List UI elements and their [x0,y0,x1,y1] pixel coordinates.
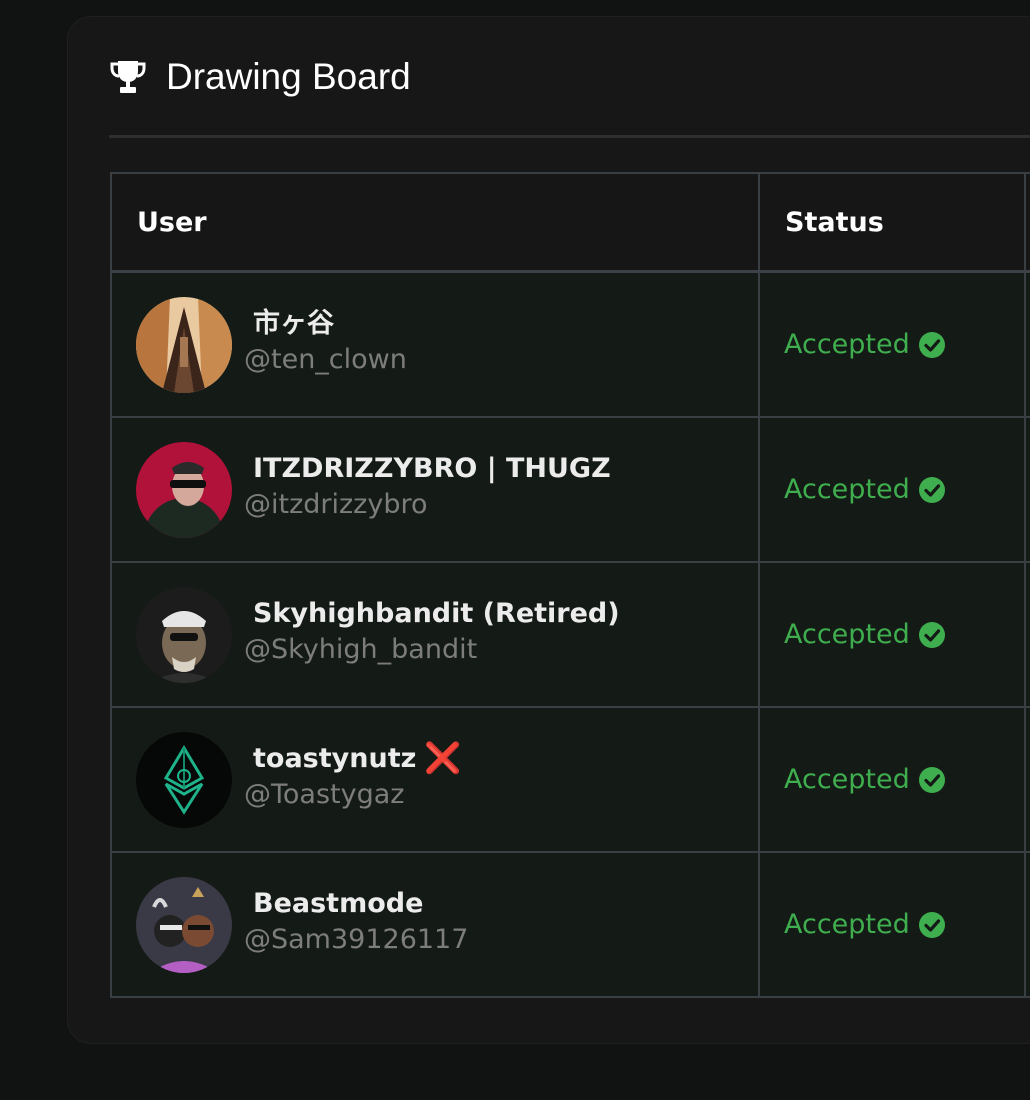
extra-cell [1024,270,1030,418]
user-cell: Skyhighbandit (Retired) @Skyhigh_bandit [110,561,760,708]
header-divider [109,135,1030,138]
card-header: Drawing Board [108,53,411,101]
user-handle[interactable]: @Toastygaz [244,776,462,814]
user-handle[interactable]: @Sam39126117 [244,921,468,959]
status-badge: Accepted [784,329,910,360]
users-table: User Status 市ヶ谷 @ten_clown Accepted ITZD… [110,172,1030,998]
cross-mark-icon: ❌ [424,740,462,776]
column-header-user[interactable]: User [110,172,760,273]
extra-cell [1024,416,1030,563]
avatar[interactable] [136,876,232,973]
status-cell: Accepted [758,270,1026,418]
drawing-board-card: Drawing Board User Status 市ヶ谷 @ten_clown… [67,16,1030,1044]
users-table-wrap: User Status 市ヶ谷 @ten_clown Accepted ITZD… [110,172,1030,1003]
check-circle-icon [918,766,946,794]
trophy-icon [108,57,148,97]
status-badge: Accepted [784,474,910,505]
check-circle-icon [918,911,946,939]
status-badge: Accepted [784,619,910,650]
avatar[interactable] [136,441,232,538]
user-handle[interactable]: @ten_clown [244,341,407,379]
avatar[interactable] [136,586,232,683]
table-header-row: User Status [110,172,1030,273]
column-header-extra [1024,172,1030,273]
user-display-name: ITZDRIZZYBRO | THUGZ [253,452,611,484]
status-cell: Accepted [758,851,1026,998]
user-cell: ITZDRIZZYBRO | THUGZ @itzdrizzybro [110,416,760,563]
table-row[interactable]: Beastmode @Sam39126117 Accepted [110,851,1030,998]
user-display-name: 市ヶ谷 [253,307,334,339]
status-cell: Accepted [758,706,1026,853]
extra-cell [1024,561,1030,708]
status-cell: Accepted [758,416,1026,563]
user-display-name: Skyhighbandit (Retired) [253,597,620,629]
status-badge: Accepted [784,909,910,940]
column-header-status[interactable]: Status [758,172,1026,273]
check-circle-icon [918,331,946,359]
table-row[interactable]: 市ヶ谷 @ten_clown Accepted [110,270,1030,418]
avatar[interactable] [136,296,232,393]
table-row[interactable]: Skyhighbandit (Retired) @Skyhigh_bandit … [110,561,1030,708]
card-title: Drawing Board [166,56,411,97]
avatar[interactable] [136,731,232,828]
extra-cell [1024,851,1030,998]
user-handle[interactable]: @Skyhigh_bandit [244,631,620,669]
extra-cell [1024,706,1030,853]
user-handle[interactable]: @itzdrizzybro [244,486,611,524]
status-badge: Accepted [784,764,910,795]
status-cell: Accepted [758,561,1026,708]
user-cell: 市ヶ谷 @ten_clown [110,270,760,418]
table-row[interactable]: toastynutz ❌ @Toastygaz Accepted [110,706,1030,853]
user-cell: toastynutz ❌ @Toastygaz [110,706,760,853]
user-display-name: toastynutz ❌ [253,740,462,776]
user-cell: Beastmode @Sam39126117 [110,851,760,998]
table-row[interactable]: ITZDRIZZYBRO | THUGZ @itzdrizzybro Accep… [110,416,1030,563]
check-circle-icon [918,476,946,504]
check-circle-icon [918,621,946,649]
user-display-name: Beastmode [253,887,424,919]
